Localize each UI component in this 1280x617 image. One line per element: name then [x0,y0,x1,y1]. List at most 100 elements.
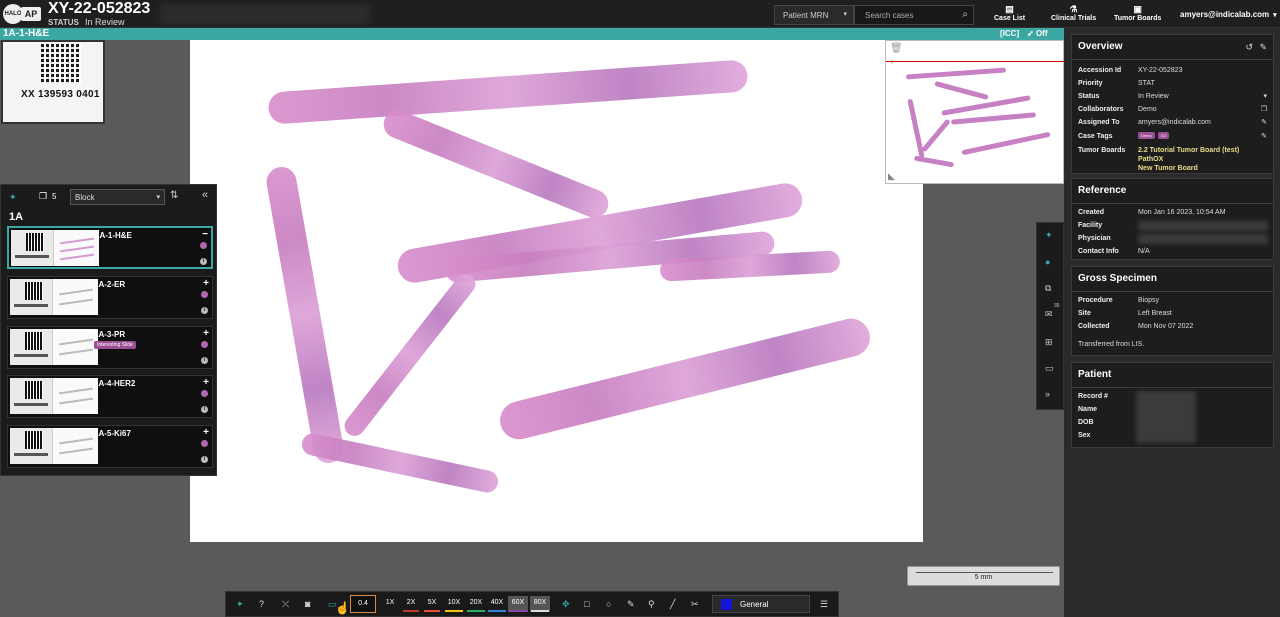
clipboard-icon[interactable]: ▭ [1045,363,1054,374]
ellipse-tool-icon[interactable]: ○ [606,599,611,609]
scale-label: 5 mm [974,574,993,581]
comments-icon[interactable]: ✉ [1045,309,1053,320]
history-icon[interactable]: ↺ [1245,42,1253,53]
status-select[interactable]: In Review [1138,93,1169,100]
zoom-5x-button[interactable]: 5X [423,596,441,612]
edit-icon[interactable]: ✎ [1261,132,1267,140]
info-icon[interactable]: i [201,357,208,364]
zoom-label: 60X [511,599,525,606]
halo-ap-logo[interactable]: HALO AP [3,4,43,24]
link-off-icon[interactable]: ⤫ [282,599,289,610]
slide-card[interactable]: 1A-1-H&E − i [7,226,213,269]
case-tag-badge[interactable]: Demo [1138,132,1155,139]
tumor-board-link[interactable]: New Tumor Board [1138,165,1198,172]
search-input[interactable]: Search cases ⌕ [854,5,974,25]
status-label: STATUS [48,18,79,27]
pin-icon[interactable]: ✦ [9,192,17,203]
sort-icon[interactable]: ⇅ [170,190,178,201]
zoom-label: 20X [469,599,483,606]
tag-icon[interactable] [201,390,208,397]
slide-card[interactable]: 1A-5-Ki67 + i [7,425,213,468]
rectangle-tool-icon[interactable]: □ [584,599,589,609]
annotation-layer-select[interactable]: General [712,595,810,613]
physician-key: Physician [1078,235,1111,242]
info-icon[interactable]: ● [1045,257,1050,267]
window-icon[interactable]: ❐ [1261,105,1267,113]
pan-icon[interactable]: ✥ [562,599,570,610]
redacted-physician [1138,234,1268,244]
search-icon[interactable]: ⌕ [962,9,968,20]
search-field-select[interactable]: Patient MRN ▾ [774,5,854,25]
info-icon[interactable]: i [200,258,207,265]
zoom-1x-button[interactable]: 1X [381,596,399,612]
tumor-board-link[interactable]: PathOX [1138,156,1163,163]
info-icon[interactable]: i [201,456,208,463]
collapse-panel-icon[interactable]: « [202,189,208,201]
nav-tumor-boards[interactable]: ▣ Tumor Boards [1114,4,1161,22]
nav-case-list[interactable]: ▤ Case List [994,4,1025,22]
icc-toggle[interactable]: [ICC] [1000,28,1019,40]
tag-icon[interactable] [201,440,208,447]
zoom-80x-button[interactable]: 80X [530,596,550,612]
group-by-select[interactable]: Block ▾ [70,189,165,205]
resize-corner-icon[interactable]: ◣ [888,171,895,182]
tissue-section [340,270,480,440]
add-slide-button[interactable]: + [203,328,209,339]
chevron-down-icon[interactable]: ▾ [1263,92,1267,100]
case-tag-badge[interactable]: G3 [1157,132,1170,139]
pin-icon[interactable]: ✦ [236,599,244,610]
status-value: In Review [85,17,125,27]
zoom-label: 80X [533,599,547,606]
zoom-60x-button[interactable]: 60X [508,596,528,612]
pin-marker-icon[interactable]: ⚲ [648,599,655,610]
gross-specimen-card: Gross Specimen Procedure Biopsy Site Lef… [1071,266,1274,356]
zoom-40x-button[interactable]: 40X [487,596,507,612]
annotation-visibility-toggle[interactable]: ➶ Off [1027,28,1048,40]
camera-icon[interactable]: ◙ [305,599,310,609]
remove-slide-button[interactable]: − [202,229,208,240]
tissue-strip [60,253,94,261]
slide-card[interactable]: 1A-3-PR Interesting Slide + i [7,326,213,369]
zoom-10x-button[interactable]: 10X [444,596,464,612]
slide-viewer[interactable] [190,40,923,542]
help-icon[interactable]: ? [259,599,264,609]
redacted-patient-info [160,4,370,24]
block-heading: 1A [9,211,24,223]
minimap-tissue [905,67,1007,80]
tag-icon[interactable] [201,291,208,298]
settings-sliders-icon[interactable]: ☰ [820,599,828,610]
add-slide-button[interactable]: + [203,278,209,289]
label-text-line [14,453,48,456]
zoom-20x-button[interactable]: 20X [466,596,486,612]
tag-icon[interactable] [200,242,207,249]
pin-icon[interactable]: ✦ [1045,230,1053,241]
overview-key: Tumor Boards [1078,147,1126,154]
slide-minimap[interactable]: 🗑 ◐ ◣ [885,40,1065,184]
trash-icon[interactable]: 🗑 [890,43,903,54]
hierarchy-icon[interactable]: ⊞ [1045,337,1053,348]
ruler-tool-icon[interactable]: ╱ [670,599,675,610]
dob-key: DOB [1078,419,1094,426]
edit-icon[interactable]: ✎ [1261,118,1267,126]
qr-code-overlay [41,44,81,84]
add-slide-button[interactable]: + [203,377,209,388]
slides-icon[interactable]: ⧉ [1045,283,1051,294]
tag-icon[interactable] [201,341,208,348]
expand-icon[interactable]: » [1045,389,1050,399]
info-icon[interactable]: i [201,406,208,413]
info-icon[interactable]: i [201,307,208,314]
user-menu[interactable]: amyers@indicalab.com ▾ [1180,10,1277,19]
zoom-2x-button[interactable]: 2X [402,596,420,612]
procedure-value: Biopsy [1138,297,1160,304]
add-slide-button[interactable]: + [203,427,209,438]
edit-icon[interactable]: ✎ [1259,42,1267,53]
slide-card[interactable]: 1A-4-HER2 + i [7,375,213,418]
slide-card[interactable]: 1A-2-ER + i [7,276,213,319]
search-placeholder: Search cases [865,11,914,20]
nav-clinical-trials[interactable]: ⚗ Clinical Trials [1051,4,1096,22]
slide-label-thumbnail [10,329,52,365]
tumor-board-link[interactable]: 2.2 Tutorial Tumor Board (test) [1138,147,1239,154]
zoom-input[interactable]: 0.4 [350,595,376,613]
scissors-icon[interactable]: ✂ [691,599,699,610]
pen-tool-icon[interactable]: ✎ [627,599,635,610]
